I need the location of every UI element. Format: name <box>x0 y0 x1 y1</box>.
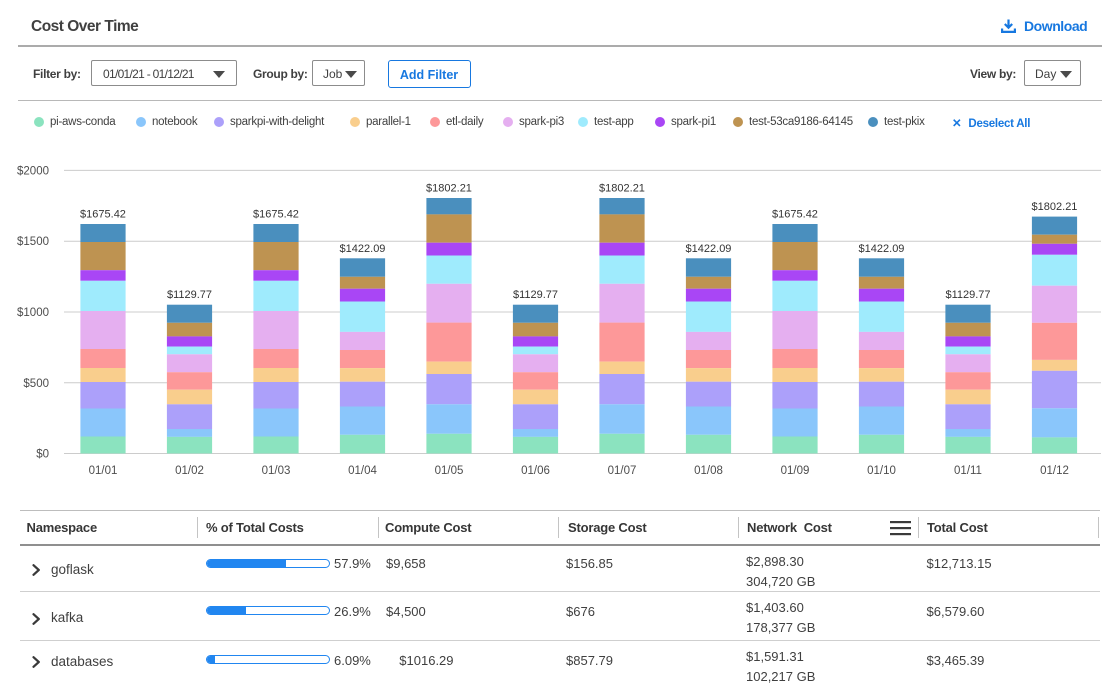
svg-text:$1422.09: $1422.09 <box>859 243 905 255</box>
svg-text:01/05: 01/05 <box>435 465 464 477</box>
svg-text:$1802.21: $1802.21 <box>1032 201 1078 213</box>
svg-text:$1129.77: $1129.77 <box>513 289 558 301</box>
svg-text:01/03: 01/03 <box>262 465 291 477</box>
svg-text:$2000: $2000 <box>17 165 49 177</box>
svg-text:01/01: 01/01 <box>89 465 118 477</box>
svg-text:01/12: 01/12 <box>1040 465 1069 477</box>
svg-text:01/02: 01/02 <box>175 465 204 477</box>
svg-text:$1422.09: $1422.09 <box>340 243 386 255</box>
svg-text:01/09: 01/09 <box>781 465 810 477</box>
svg-text:$1675.42: $1675.42 <box>80 209 126 221</box>
svg-text:$1000: $1000 <box>17 307 49 319</box>
svg-text:$500: $500 <box>23 378 49 390</box>
svg-text:01/06: 01/06 <box>521 465 550 477</box>
svg-text:01/07: 01/07 <box>608 465 637 477</box>
svg-text:01/10: 01/10 <box>867 465 896 477</box>
svg-text:01/04: 01/04 <box>348 465 377 477</box>
svg-text:01/11: 01/11 <box>954 465 982 477</box>
svg-text:$0: $0 <box>36 449 49 461</box>
svg-text:01/08: 01/08 <box>694 465 723 477</box>
svg-text:$1422.09: $1422.09 <box>686 243 732 255</box>
svg-text:$1802.21: $1802.21 <box>599 183 645 195</box>
svg-text:$1675.42: $1675.42 <box>253 209 299 221</box>
svg-text:$1802.21: $1802.21 <box>426 183 472 195</box>
svg-text:$1129.77: $1129.77 <box>167 289 212 301</box>
svg-text:$1129.77: $1129.77 <box>945 289 990 301</box>
svg-text:$1500: $1500 <box>17 236 49 248</box>
svg-text:$1675.42: $1675.42 <box>772 209 818 221</box>
